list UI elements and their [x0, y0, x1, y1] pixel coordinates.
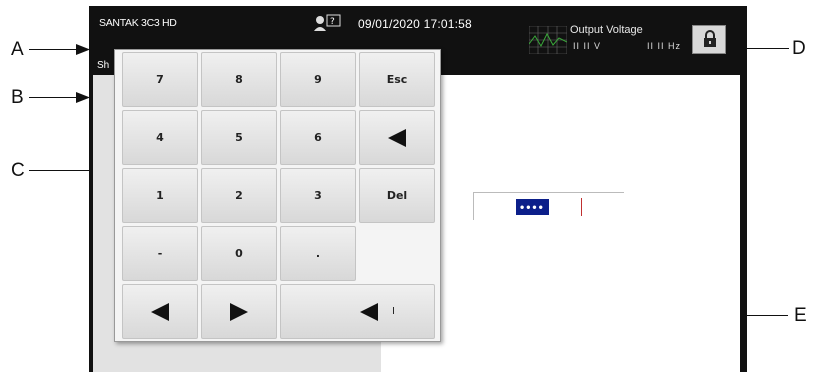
key-cursor-left[interactable] — [122, 284, 198, 339]
key-8[interactable]: 8 — [201, 52, 277, 107]
backspace-mark: I — [392, 306, 395, 317]
callout-e-label: E — [794, 305, 807, 326]
key-3[interactable]: 3 — [280, 168, 356, 223]
lock-icon — [704, 30, 716, 47]
output-voltage-panel[interactable]: Output Voltage II II V II II Hz — [529, 22, 689, 58]
key-dot[interactable]: . — [280, 226, 356, 281]
key-1[interactable]: 1 — [122, 168, 198, 223]
output-voltage-value: II II V — [573, 41, 602, 51]
key-0[interactable]: 0 — [201, 226, 277, 281]
callout-c-label: C — [11, 160, 25, 181]
output-frequency-value: II II Hz — [647, 41, 682, 51]
password-input[interactable]: •••• — [473, 192, 624, 220]
callout-a-arrowhead — [76, 44, 90, 55]
password-mask: •••• — [516, 199, 549, 215]
callout-b-line — [29, 97, 81, 98]
callout-a-label: A — [11, 39, 24, 60]
key-esc[interactable]: Esc — [359, 52, 435, 107]
backspace-icon — [360, 302, 379, 321]
key-6[interactable]: 6 — [280, 110, 356, 165]
key-backspace-lower[interactable]: I — [280, 284, 435, 339]
key-7[interactable]: 7 — [122, 52, 198, 107]
key-backspace-upper[interactable] — [359, 110, 435, 165]
callout-a-line — [29, 49, 81, 50]
key-minus[interactable]: - — [122, 226, 198, 281]
key-2[interactable]: 2 — [201, 168, 277, 223]
numeric-keypad: 7 8 9 Esc 4 5 6 1 2 3 Del - 0 . I — [114, 49, 441, 342]
key-9[interactable]: 9 — [280, 52, 356, 107]
key-del[interactable]: Del — [359, 168, 435, 223]
callout-b-arrowhead — [76, 92, 90, 103]
device-name: SANTAK 3C3 HD — [99, 17, 177, 29]
callout-d-label: D — [792, 38, 806, 59]
text-cursor — [581, 198, 582, 216]
backspace-icon — [388, 128, 406, 147]
page-title: Sh — [97, 60, 110, 71]
arrow-left-icon — [151, 302, 169, 321]
lock-button[interactable] — [692, 25, 726, 54]
datetime-display: 09/01/2020 17:01:58 — [358, 17, 472, 31]
user-question-icon[interactable]: ? — [312, 14, 342, 34]
callout-b-label: B — [11, 87, 24, 108]
key-cursor-right[interactable] — [201, 284, 277, 339]
output-voltage-title: Output Voltage — [570, 24, 643, 36]
arrow-right-icon — [230, 302, 248, 321]
key-5[interactable]: 5 — [201, 110, 277, 165]
svg-text:?: ? — [330, 17, 335, 27]
key-4[interactable]: 4 — [122, 110, 198, 165]
waveform-grid-icon — [529, 26, 567, 54]
